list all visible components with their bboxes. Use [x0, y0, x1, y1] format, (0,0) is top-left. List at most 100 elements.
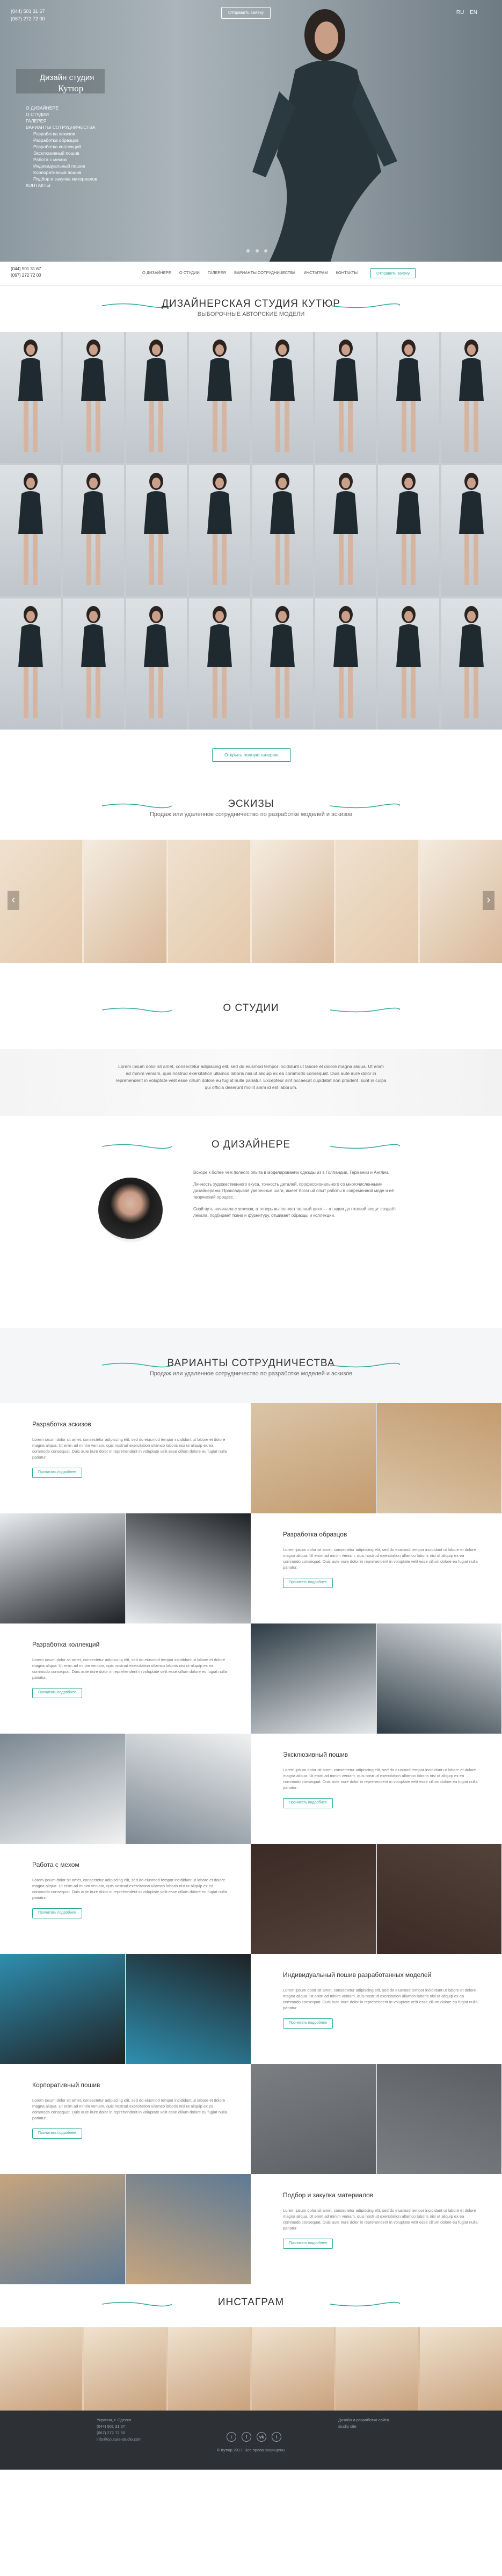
- gallery-image[interactable]: [189, 598, 250, 730]
- footer-phone[interactable]: (067) 272 72 00: [97, 2430, 142, 2436]
- nav-phone[interactable]: (044) 501 31 67: [11, 266, 41, 272]
- gallery-image[interactable]: [126, 465, 187, 596]
- hero-submenu-item[interactable]: Корпоративный пошив: [26, 170, 97, 176]
- gallery-image[interactable]: [0, 598, 61, 730]
- gallery-image[interactable]: [441, 332, 502, 463]
- nav-phones: (044) 501 31 67 (067) 272 72 00: [11, 266, 41, 279]
- vk-icon[interactable]: vk: [257, 2432, 267, 2442]
- gallery-image[interactable]: [189, 465, 250, 596]
- instagram-post[interactable]: [84, 2327, 166, 2411]
- lang-en[interactable]: EN: [470, 10, 477, 16]
- gallery-image[interactable]: [315, 598, 376, 730]
- read-more-button[interactable]: Прочитать подробнее: [283, 2018, 333, 2029]
- page: (044) 501 31 67 (067) 272 72 00 Отправит…: [0, 0, 502, 2470]
- gallery-image[interactable]: [252, 598, 313, 730]
- gallery-image[interactable]: [252, 465, 313, 596]
- facebook-icon[interactable]: f: [242, 2432, 252, 2442]
- hero-submenu-item[interactable]: Индивидуальный пошив: [26, 163, 97, 169]
- read-more-button[interactable]: Прочитать подробнее: [283, 1578, 333, 1588]
- read-more-button[interactable]: Прочитать подробнее: [283, 2239, 333, 2249]
- nav-item-gallery[interactable]: ГАЛЕРЕЯ: [208, 270, 226, 275]
- hero-menu-item[interactable]: КОНТАКТЫ: [26, 183, 97, 189]
- gallery-image[interactable]: [441, 465, 502, 596]
- slider-dot[interactable]: [264, 249, 268, 252]
- gallery-image[interactable]: [63, 332, 124, 463]
- nav-item-instagram[interactable]: ИНСТАГРАМ: [303, 270, 328, 275]
- hero-phone[interactable]: (044) 501 31 67: [11, 8, 45, 15]
- logo[interactable]: Дизайн студия Кутюр: [16, 69, 105, 93]
- read-more-button[interactable]: Прочитать подробнее: [283, 1798, 333, 1808]
- read-more-button[interactable]: Прочитать подробнее: [32, 1688, 82, 1698]
- model-figure-icon: [144, 606, 169, 718]
- hero-submenu-item[interactable]: Подбор и закупка материалов: [26, 176, 97, 182]
- instagram-icon[interactable]: i: [227, 2432, 236, 2442]
- gallery-image[interactable]: [378, 598, 439, 730]
- gallery-image[interactable]: [378, 465, 439, 596]
- gallery-image[interactable]: [441, 598, 502, 730]
- footer-phone[interactable]: (044) 501 31 67: [97, 2423, 142, 2430]
- gallery-image[interactable]: [0, 465, 61, 596]
- gallery-image[interactable]: [63, 598, 124, 730]
- open-gallery-button[interactable]: Открыть полную галерею: [212, 748, 291, 762]
- gallery-image[interactable]: [378, 332, 439, 463]
- instagram-post[interactable]: [168, 2327, 250, 2411]
- gallery-image[interactable]: [126, 332, 187, 463]
- gallery-image[interactable]: [252, 332, 313, 463]
- variant-image: [251, 2064, 501, 2174]
- variant-title: Эксклюзивный пошив: [283, 1751, 348, 1758]
- read-more-button[interactable]: Прочитать подробнее: [32, 2128, 82, 2139]
- nav-request-button[interactable]: Отправить заявку: [370, 268, 416, 279]
- hero-menu-item[interactable]: ВАРИАНТЫ СОТРУДНИЧЕСТВА: [26, 125, 97, 131]
- gallery-image[interactable]: [126, 598, 187, 730]
- sketch-image[interactable]: [168, 840, 250, 963]
- hero-submenu-item[interactable]: Разработка эскизов: [26, 131, 97, 137]
- sketch-image[interactable]: [84, 840, 166, 963]
- slider-dot[interactable]: [255, 249, 259, 252]
- hero-submenu-item[interactable]: Разработка коллекций: [26, 144, 97, 150]
- instagram-post[interactable]: [0, 2327, 83, 2411]
- instagram-post[interactable]: [419, 2327, 502, 2411]
- variants-title-block: ВАРИАНТЫ СОТРУДНИЧЕСТВА Продаж или удале…: [0, 1328, 502, 1403]
- gallery-image[interactable]: [63, 465, 124, 596]
- gallery-image[interactable]: [0, 332, 61, 463]
- designer-photo: [98, 1178, 163, 1242]
- slider-prev-icon[interactable]: ‹: [8, 891, 19, 910]
- hero-menu-item[interactable]: О СТУДИИ: [26, 112, 97, 118]
- nav-phone[interactable]: (067) 272 72 00: [11, 272, 41, 279]
- hero-phones: (044) 501 31 67 (067) 272 72 00: [11, 8, 45, 23]
- variant-photo: [251, 1844, 376, 1954]
- read-more-button[interactable]: Прочитать подробнее: [32, 1468, 82, 1478]
- instagram-post[interactable]: [251, 2327, 334, 2411]
- slider-dot[interactable]: [246, 249, 250, 252]
- nav-item-designer[interactable]: О ДИЗАЙНЕРЕ: [142, 270, 171, 275]
- hero-menu-item[interactable]: ГАЛЕРЕЯ: [26, 118, 97, 124]
- hero-submenu-item[interactable]: Разработка образцов: [26, 138, 97, 143]
- footer-credit-link[interactable]: studio site: [338, 2423, 389, 2430]
- sketch-image[interactable]: [336, 840, 418, 963]
- nav-item-contacts[interactable]: КОНТАКТЫ: [336, 270, 358, 275]
- variant-photo: [251, 1623, 376, 1734]
- hero-submenu-item[interactable]: Работа с мехом: [26, 157, 97, 163]
- variant-image: [251, 1403, 501, 1513]
- twitter-icon[interactable]: t: [272, 2432, 282, 2442]
- gallery-image[interactable]: [189, 332, 250, 463]
- hero-phone[interactable]: (067) 272 72 00: [11, 15, 45, 23]
- gallery-image[interactable]: [315, 465, 376, 596]
- instagram-post[interactable]: [336, 2327, 418, 2411]
- nav-item-studio[interactable]: О СТУДИИ: [179, 270, 200, 275]
- nav-item-variants[interactable]: ВАРИАНТЫ СОТРУДНИЧЕСТВА: [234, 270, 295, 275]
- read-more-button[interactable]: Прочитать подробнее: [32, 1908, 82, 1918]
- variant-title: Подбор и закупка материалов: [283, 2191, 374, 2199]
- variant-text: Разработка коллекций Lorem ipsum dolor si…: [0, 1623, 251, 1734]
- lang-ru[interactable]: RU: [456, 10, 464, 16]
- gallery-image[interactable]: [315, 332, 376, 463]
- sketch-image[interactable]: [251, 840, 334, 963]
- slider-next-icon[interactable]: ›: [483, 891, 494, 910]
- nav-items: О ДИЗАЙНЕРЕ О СТУДИИ ГАЛЕРЕЯ ВАРИАНТЫ СО…: [142, 270, 365, 276]
- hero-menu-item[interactable]: О ДИЗАЙНЕРЕ: [26, 105, 97, 111]
- slider-dots: [244, 248, 270, 255]
- footer-email[interactable]: info@couture-studio.com: [97, 2436, 142, 2443]
- hero-submenu-item[interactable]: Эксклюзивный пошив: [26, 150, 97, 156]
- model-figure-icon: [270, 606, 295, 718]
- model-figure-icon: [18, 473, 43, 585]
